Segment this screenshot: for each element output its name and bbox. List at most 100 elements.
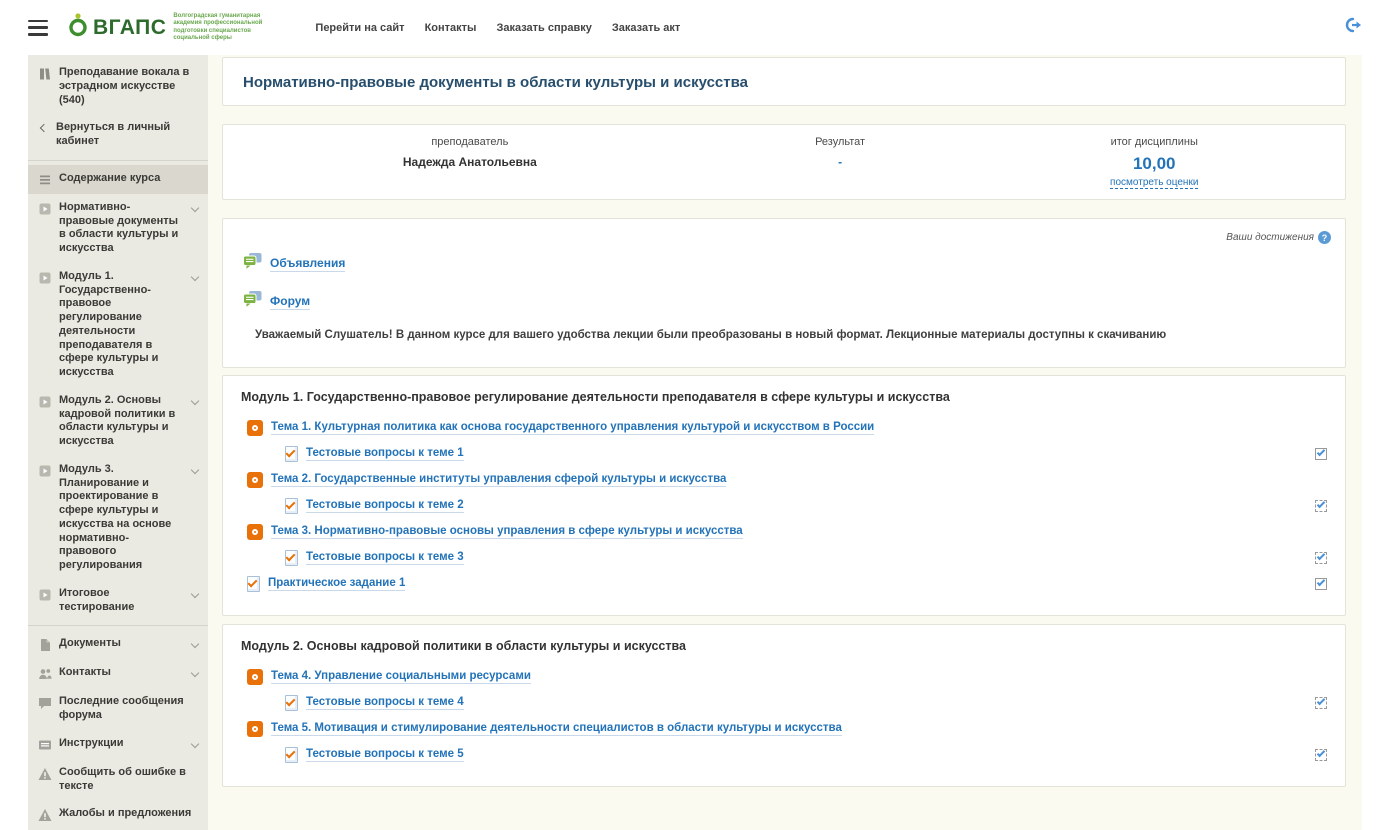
module-2-panel: Модуль 2. Основы кадровой политики в обл… xyxy=(222,624,1346,787)
header: ВГАПС Волгоградская гуманитарная академи… xyxy=(28,0,1362,55)
lesson-link-topic-2[interactable]: Тема 2. Государственные институты управл… xyxy=(271,473,726,487)
course-title-panel: Нормативно-правовые документы в области … xyxy=(222,57,1346,106)
quiz-row: Тестовые вопросы к теме 4 xyxy=(241,694,1327,711)
chevron-down-icon xyxy=(191,590,199,598)
module-title: Модуль 2. Основы кадровой политики в обл… xyxy=(241,639,1327,653)
course-info-panel: преподаватель Надежда Анатольевна Резуль… xyxy=(222,124,1346,200)
teacher-column: преподаватель Надежда Анатольевна xyxy=(223,136,717,190)
sidebar-item-contacts[interactable]: Контакты xyxy=(28,659,208,688)
module-icon xyxy=(38,202,52,216)
completion-checkbox[interactable] xyxy=(1315,552,1327,564)
hamburger-menu-icon[interactable] xyxy=(28,20,48,36)
forum-link[interactable]: Форум xyxy=(270,294,310,310)
sidebar-item-report-error[interactable]: Сообщить об ошибке в тексте xyxy=(28,759,208,801)
forum-icon xyxy=(243,291,262,312)
quiz-link-topic-1[interactable]: Тестовые вопросы к теме 1 xyxy=(306,447,464,461)
forum-messages-icon xyxy=(38,696,52,710)
quiz-icon xyxy=(285,498,298,514)
logout-icon xyxy=(1345,17,1362,38)
quiz-link-topic-3[interactable]: Тестовые вопросы к теме 3 xyxy=(306,551,464,565)
quiz-link-topic-5[interactable]: Тестовые вопросы к теме 5 xyxy=(306,748,464,762)
nav-link-order-certificate[interactable]: Заказать справку xyxy=(496,22,591,34)
lesson-link-topic-1[interactable]: Тема 1. Культурная политика как основа г… xyxy=(271,421,874,435)
sidebar-item-module-1[interactable]: Модуль 1. Государственно-правовое регули… xyxy=(28,263,208,387)
sidebar-item-instructions[interactable]: Инструкции xyxy=(28,730,208,759)
nav-link-go-to-site[interactable]: Перейти на сайт xyxy=(315,22,404,34)
sidebar-item-final-test[interactable]: Итоговое тестирование xyxy=(28,580,208,622)
quiz-row: Тестовые вопросы к теме 2 xyxy=(241,497,1327,514)
module-title: Модуль 1. Государственно-правовое регули… xyxy=(241,390,1327,404)
lesson-row: Тема 2. Государственные институты управл… xyxy=(241,471,1327,488)
quiz-link-topic-2[interactable]: Тестовые вопросы к теме 2 xyxy=(306,499,464,513)
sidebar-item-module-2[interactable]: Модуль 2. Основы кадровой политики в обл… xyxy=(28,387,208,456)
lesson-row: Тема 5. Мотивация и стимулирование деяте… xyxy=(241,720,1327,737)
chevron-left-icon xyxy=(40,124,48,132)
achievements-label: Ваши достижения xyxy=(1226,232,1314,243)
chevron-down-icon xyxy=(191,204,199,212)
quiz-row: Тестовые вопросы к теме 1 xyxy=(241,445,1327,462)
completion-checkbox[interactable] xyxy=(1315,448,1327,460)
main-content: Нормативно-правовые документы в области … xyxy=(208,55,1362,830)
lesson-link-topic-3[interactable]: Тема 3. Нормативно-правовые основы управ… xyxy=(271,525,743,539)
total-column: итог дисциплины 10,00 посмотреть оценки xyxy=(964,136,1345,190)
forum-icon xyxy=(243,253,262,274)
module-icon xyxy=(38,464,52,478)
lesson-link-topic-4[interactable]: Тема 4. Управление социальными ресурсами xyxy=(271,670,531,684)
announcements-link[interactable]: Объявления xyxy=(270,256,345,272)
lesson-link-topic-5[interactable]: Тема 5. Мотивация и стимулирование деяте… xyxy=(271,722,842,736)
list-icon xyxy=(38,173,52,187)
quiz-icon xyxy=(285,747,298,763)
completion-checkbox[interactable] xyxy=(1315,578,1327,590)
layout: Преподавание вокала в эстрадном искусств… xyxy=(28,55,1362,830)
chevron-down-icon xyxy=(191,669,199,677)
lesson-icon xyxy=(247,524,263,540)
sidebar-item-course-title: Преподавание вокала в эстрадном искусств… xyxy=(28,59,208,114)
sidebar-item-forum-messages[interactable]: Последние сообщения форума xyxy=(28,688,208,730)
sidebar-item-complaints[interactable]: Жалобы и предложения xyxy=(28,800,208,829)
quiz-row: Тестовые вопросы к теме 3 xyxy=(241,549,1327,566)
nav-link-contacts[interactable]: Контакты xyxy=(425,22,477,34)
result-value: - xyxy=(717,155,964,169)
chevron-down-icon xyxy=(191,397,199,405)
logo-name: ВГАПС xyxy=(93,16,166,40)
quiz-row: Тестовые вопросы к теме 5 xyxy=(241,746,1327,763)
assignment-link-practical-1[interactable]: Практическое задание 1 xyxy=(268,577,405,591)
instructions-icon xyxy=(38,738,52,752)
quiz-link-topic-4[interactable]: Тестовые вопросы к теме 4 xyxy=(306,696,464,710)
logout-button[interactable] xyxy=(1345,17,1362,38)
chevron-down-icon xyxy=(191,640,199,648)
lesson-icon xyxy=(247,669,263,685)
completion-checkbox[interactable] xyxy=(1315,697,1327,709)
achievements: Ваши достижения ? xyxy=(1226,231,1331,244)
page: ВГАПС Волгоградская гуманитарная академи… xyxy=(28,0,1362,830)
module-icon xyxy=(38,588,52,602)
contacts-icon xyxy=(38,667,52,681)
help-icon[interactable]: ? xyxy=(1318,231,1331,244)
sidebar-item-course-contents[interactable]: Содержание курса xyxy=(28,165,208,194)
quiz-icon xyxy=(285,550,298,566)
warning-icon xyxy=(38,808,52,822)
sidebar-item-module-3[interactable]: Модуль 3. Планирование и проектирование … xyxy=(28,456,208,580)
quiz-icon xyxy=(285,446,298,462)
forum-row: Форум xyxy=(243,291,1325,312)
result-label: Результат xyxy=(717,136,964,148)
course-icon xyxy=(38,67,52,81)
course-overview-panel: Ваши достижения ? Объявления xyxy=(222,218,1346,368)
sidebar: Преподавание вокала в эстрадном искусств… xyxy=(28,55,208,830)
assignment-row: Практическое задание 1 xyxy=(241,575,1327,592)
sidebar-divider xyxy=(28,625,208,626)
sidebar-item-back-to-cabinet[interactable]: Вернуться в личный кабинет xyxy=(28,114,208,156)
completion-checkbox[interactable] xyxy=(1315,500,1327,512)
completion-checkbox[interactable] xyxy=(1315,749,1327,761)
sidebar-item-documents[interactable]: Документы xyxy=(28,630,208,659)
lesson-row: Тема 4. Управление социальными ресурсами xyxy=(241,668,1327,685)
lesson-icon xyxy=(247,472,263,488)
module-icon xyxy=(38,395,52,409)
quiz-icon xyxy=(285,695,298,711)
nav-link-order-act[interactable]: Заказать акт xyxy=(612,22,680,34)
sidebar-item-discipline-documents[interactable]: Нормативно-правовые документы в области … xyxy=(28,194,208,263)
lesson-row: Тема 3. Нормативно-правовые основы управ… xyxy=(241,523,1327,540)
view-grades-link[interactable]: посмотреть оценки xyxy=(1110,177,1198,189)
chevron-down-icon xyxy=(191,466,199,474)
module-icon xyxy=(38,271,52,285)
